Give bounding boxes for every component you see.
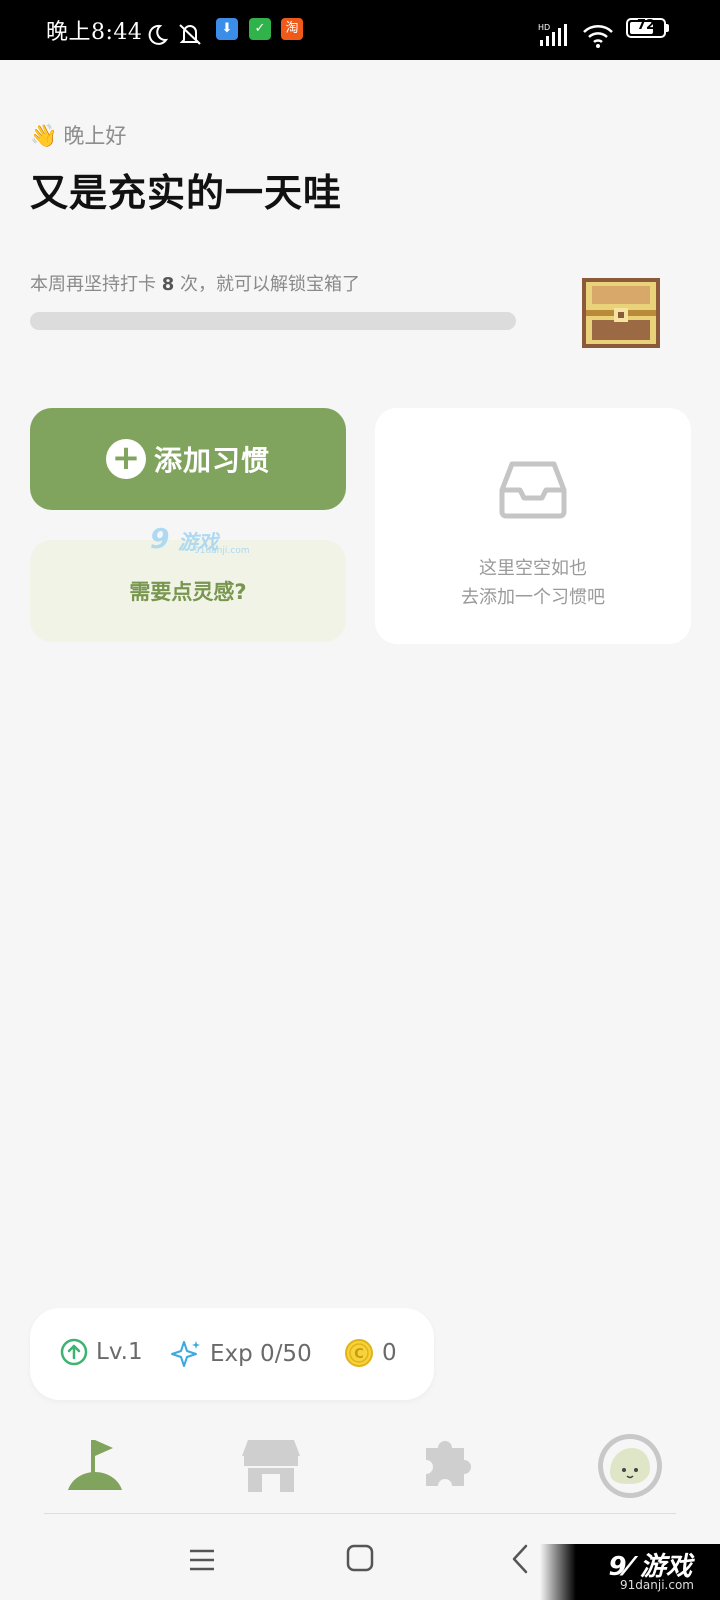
menu-icon[interactable] (188, 1546, 216, 1574)
inspiration-label: 需要点灵感? (129, 580, 247, 604)
back-icon[interactable] (508, 1542, 532, 1576)
svg-text:HD: HD (538, 23, 550, 32)
streak-text: 本周再坚持打卡 8 次，就可以解锁宝箱了 (30, 270, 360, 296)
add-habit-label: 添加习惯 (153, 444, 270, 477)
status-time: 晚上8:44 (46, 20, 143, 45)
store-icon[interactable] (236, 1430, 306, 1500)
plus-icon: + (105, 439, 146, 479)
streak-progress-bar (30, 312, 516, 330)
watermark-num: 9 (150, 522, 170, 555)
coin-icon: C (345, 1339, 373, 1367)
watermark-sub: 91danji.com (194, 546, 250, 556)
empty-text-line1: 这里空空如也 (479, 558, 587, 579)
level-stat: Lv.1 (60, 1338, 143, 1366)
inbox-icon (499, 461, 567, 519)
page-title: 又是充实的一天哇 (30, 171, 343, 215)
taobao-app-icon: 淘 (281, 18, 303, 40)
streak-prefix: 本周再坚持打卡 (30, 274, 156, 295)
level-up-icon (60, 1338, 88, 1366)
corner-watermark: 9⁄ 游戏 91danji.com (540, 1544, 720, 1600)
streak-count: 8 (161, 274, 175, 295)
greeting-text: 晚上好 (63, 124, 127, 148)
moon-icon (148, 24, 168, 45)
download-app-icon: ⬇ (216, 18, 238, 40)
corner-watermark-sub: 91danji.com (620, 1578, 694, 1592)
status-bar: 晚上8:44 ⬇ ✓ 淘 HD 72 (0, 0, 720, 60)
battery-tip (666, 24, 669, 32)
exp-value: Exp 0/50 (210, 1341, 312, 1367)
puzzle-icon[interactable] (414, 1430, 484, 1500)
watermark-logo: 9 游戏 91danji.com (150, 522, 250, 558)
mute-bell-icon (179, 24, 201, 45)
coin-value: 0 (382, 1340, 397, 1366)
avatar[interactable] (596, 1432, 664, 1500)
golf-flag-icon[interactable] (60, 1430, 130, 1500)
svg-text:C: C (354, 1347, 364, 1362)
shield-app-icon: ✓ (249, 18, 271, 40)
greeting: 👋 晚上好 (30, 120, 126, 150)
empty-habits-card: 这里空空如也 去添加一个习惯吧 (375, 408, 691, 644)
empty-text-line2: 去添加一个习惯吧 (461, 587, 605, 608)
hd-signal-icon: HD (538, 23, 567, 46)
tab-divider (44, 1513, 676, 1514)
treasure-chest-icon[interactable] (578, 272, 664, 352)
battery-icon: 72 (626, 18, 666, 38)
stats-bar: Lv.1 Exp 0/50 C 0 (30, 1308, 434, 1400)
streak-suffix: 次，就可以解锁宝箱了 (180, 274, 360, 295)
wifi-icon (583, 25, 613, 48)
sparkle-icon (171, 1341, 200, 1367)
add-habit-button[interactable]: + 添加习惯 (30, 408, 346, 510)
exp-stat: Exp 0/50 (170, 1338, 312, 1370)
home-icon[interactable] (346, 1544, 374, 1572)
battery-level: 72 (636, 18, 656, 33)
coin-stat: C 0 (344, 1338, 397, 1368)
wave-icon: 👋 (30, 124, 58, 149)
level-value: Lv.1 (96, 1339, 143, 1365)
